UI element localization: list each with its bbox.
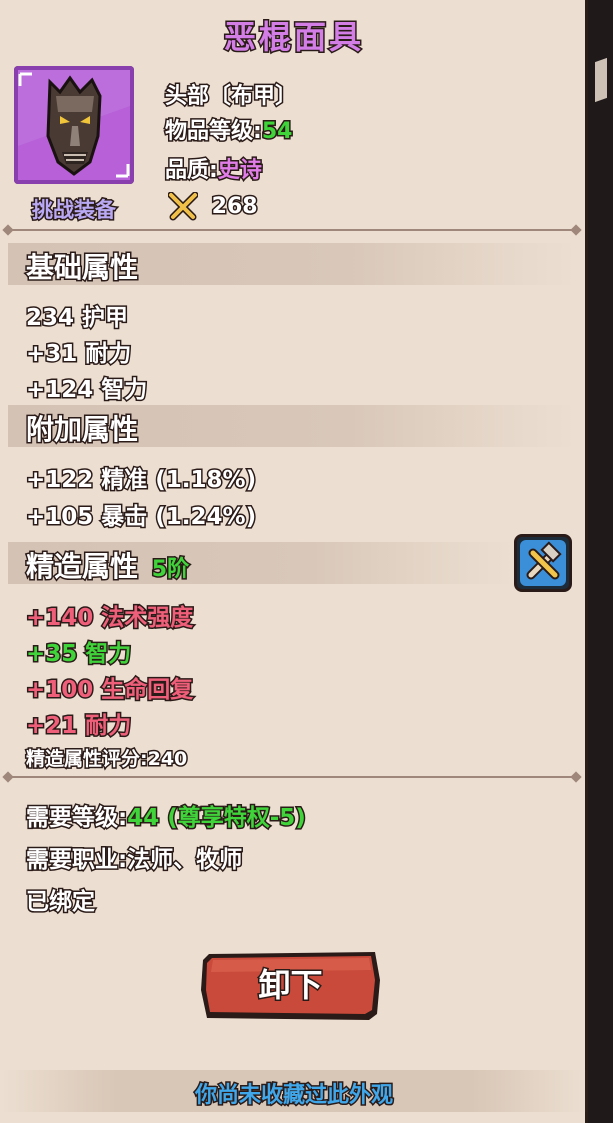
challenge-gear-tag: 挑战装备 (31, 197, 118, 224)
forge-button[interactable] (514, 534, 572, 592)
required-class: 需要职业:法师、牧师 (24, 840, 244, 875)
unequip-label: 卸下 (257, 965, 324, 1006)
required-class-value: 法师、牧师 (126, 846, 244, 875)
bonus-stat-crit: +105 暴击 (1.24%) (24, 503, 257, 532)
divider-bottom (8, 776, 576, 778)
item-level: 物品等级:54 (164, 113, 294, 146)
base-stat-armor: 234 护甲 (24, 304, 129, 333)
required-class-label: 需要职业: (24, 846, 128, 875)
required-level: 需要等级:44 (尊享特权-5) (24, 798, 308, 833)
item-score-value: 268 (210, 193, 259, 221)
item-level-value: 54 (260, 118, 294, 146)
item-level-label: 物品等级: (164, 118, 264, 146)
panel-edge (588, 0, 613, 1123)
item-slot: 头部〔布甲〕 (163, 83, 298, 111)
forge-rating-value: 240 (146, 747, 189, 772)
item-quality: 品质:史诗 (164, 152, 264, 185)
crossed-swords-icon (167, 191, 199, 221)
base-stats-title: 基础属性 (24, 250, 139, 286)
hammer-wrench-icon (520, 540, 566, 586)
item-icon-frame (14, 66, 134, 184)
forge-stat-intellect: +35 智力 (24, 640, 132, 669)
item-quality-value: 史诗 (216, 157, 263, 185)
forge-stat-regen: +100 生命回复 (24, 676, 194, 705)
base-stat-intellect: +124 智力 (24, 376, 148, 405)
mask-icon (14, 66, 134, 184)
bound-status: 已绑定 (25, 888, 97, 917)
forge-stats-title: 精造属性 5阶 (24, 545, 190, 585)
item-quality-label: 品质: (164, 157, 220, 185)
panel-edge-notch (595, 57, 607, 103)
required-level-value: 44 (尊享特权-5) (126, 804, 308, 833)
unequip-button[interactable]: 卸下 (199, 950, 382, 1022)
forge-stats-label: 精造属性 (24, 549, 139, 585)
forge-tier: 5阶 (150, 556, 190, 584)
forge-rating-label: 精造属性评分: (25, 747, 150, 772)
required-level-label: 需要等级: (24, 804, 128, 833)
appearance-collection-notice: 你尚未收藏过此外观 (193, 1082, 394, 1110)
forge-rating: 精造属性评分:240 (25, 744, 189, 772)
bonus-stat-accuracy: +122 精准 (1.18%) (24, 466, 257, 495)
base-stat-stamina: +31 耐力 (24, 340, 132, 369)
bonus-stats-title: 附加属性 (24, 412, 139, 448)
forge-stat-stamina: +21 耐力 (24, 712, 132, 741)
item-name: 恶棍面具 (222, 17, 364, 58)
item-score: 268 (167, 191, 259, 222)
divider-top (8, 229, 576, 231)
forge-stat-spell-power: +140 法术强度 (24, 604, 194, 633)
